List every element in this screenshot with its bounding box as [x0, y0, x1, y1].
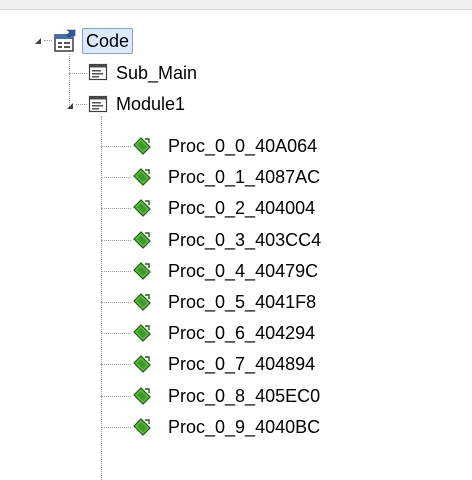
tree-node-procedure[interactable]: Proc_0_2_404004 [168, 194, 315, 222]
tree-connector-h [101, 146, 131, 147]
tree-connector-h [101, 302, 131, 303]
tree-node-label: Proc_0_4_40479C [168, 261, 319, 281]
module-icon [88, 62, 108, 82]
tree-node-procedure[interactable]: Proc_0_4_40479C [168, 257, 318, 285]
procedure-icon [132, 354, 152, 374]
tree-connector-h [101, 240, 131, 241]
tree-node-label: Sub_Main [116, 63, 198, 83]
tree-node-label: Proc_0_9_4040BC [168, 417, 321, 437]
tree-connector-h [101, 271, 131, 272]
tree-node-procedure[interactable]: Proc_0_7_404894 [168, 350, 315, 378]
tree-node-label: Proc_0_2_404004 [168, 198, 316, 218]
tree-node-procedure[interactable]: Proc_0_0_40A064 [168, 132, 317, 160]
tree-connector-h [101, 208, 131, 209]
procedure-icon [132, 292, 152, 312]
tree-node-module1[interactable]: Module1 [116, 90, 185, 118]
tree-connector-h [101, 364, 131, 365]
tree-node-label: Proc_0_8_405EC0 [168, 386, 321, 406]
tree-node-label: Proc_0_5_4041F8 [168, 292, 317, 312]
tree-connector-h [101, 427, 131, 428]
tree-connector-h [44, 40, 52, 41]
collapse-arrow-icon[interactable] [64, 99, 76, 111]
tree-connector-h [101, 333, 131, 334]
tree-connector-h [101, 396, 131, 397]
procedure-icon [132, 323, 152, 343]
procedure-icon [132, 167, 152, 187]
tree-node-sub-main[interactable]: Sub_Main [116, 59, 197, 87]
project-tree: Code Sub_Main Module1 Proc_0_0_40A064 Pro… [0, 0, 472, 480]
tree-connector-h [76, 104, 87, 105]
tree-node-procedure[interactable]: Proc_0_8_405EC0 [168, 382, 320, 410]
procedure-icon [132, 198, 152, 218]
module-icon [88, 94, 108, 114]
tree-node-code[interactable]: Code [82, 27, 134, 55]
tree-node-label: Code [82, 28, 134, 54]
tree-node-procedure[interactable]: Proc_0_9_4040BC [168, 413, 320, 441]
tree-node-procedure[interactable]: Proc_0_5_4041F8 [168, 288, 316, 316]
tree-node-procedure[interactable]: Proc_0_1_4087AC [168, 163, 320, 191]
procedure-icon [132, 386, 152, 406]
procedure-icon [132, 261, 152, 281]
tree-node-label: Module1 [116, 94, 186, 114]
tree-node-procedure[interactable]: Proc_0_3_403CC4 [168, 226, 321, 254]
tree-node-label: Proc_0_0_40A064 [168, 136, 318, 156]
tree-node-label: Proc_0_1_4087AC [168, 167, 321, 187]
procedure-icon [132, 136, 152, 156]
tree-node-procedure[interactable]: Proc_0_6_404294 [168, 319, 315, 347]
project-properties-icon [53, 29, 77, 53]
collapse-arrow-icon[interactable] [32, 34, 44, 46]
procedure-icon [132, 417, 152, 437]
tree-node-label: Proc_0_7_404894 [168, 354, 316, 374]
tree-connector-module1 [101, 116, 102, 480]
tree-connector-h [69, 73, 87, 74]
procedure-icon [132, 230, 152, 250]
tree-connector-h [101, 177, 131, 178]
tree-node-label: Proc_0_3_403CC4 [168, 230, 322, 250]
tree-node-label: Proc_0_6_404294 [168, 323, 316, 343]
